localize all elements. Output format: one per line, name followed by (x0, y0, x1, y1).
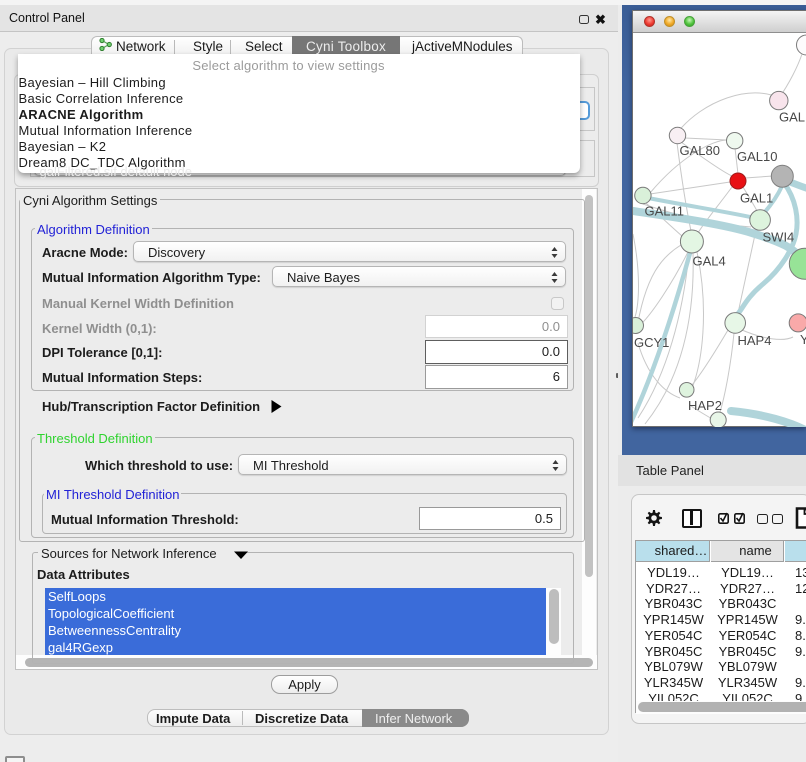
svg-text:HAP2: HAP2 (688, 398, 722, 413)
svg-text:GAL11: GAL11 (645, 204, 685, 219)
svg-text:GAL80: GAL80 (680, 143, 720, 158)
svg-text:GAL10: GAL10 (737, 149, 777, 164)
svg-text:GAL4: GAL4 (693, 254, 726, 269)
svg-text:GAL: GAL (779, 110, 805, 125)
svg-text:SWI4: SWI4 (763, 230, 795, 245)
svg-text:GAL1: GAL1 (740, 191, 773, 206)
svg-text:HAP4: HAP4 (738, 333, 772, 348)
svg-text:GCY1: GCY1 (634, 335, 669, 350)
svg-text:Y: Y (800, 332, 806, 347)
